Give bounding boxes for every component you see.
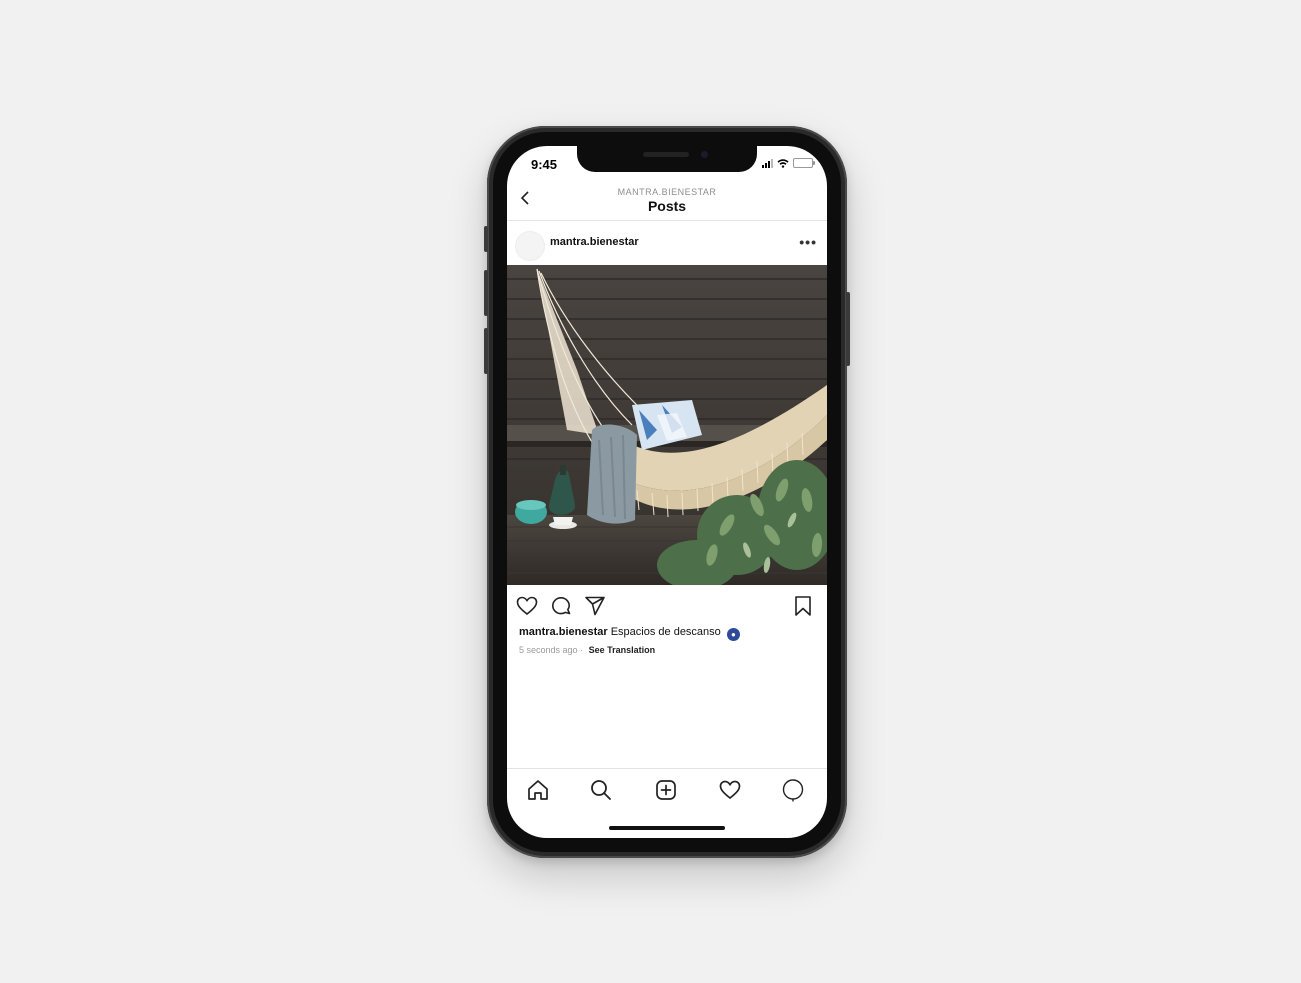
- comment-icon[interactable]: [549, 594, 573, 618]
- phone-side-button-volume-up: [484, 270, 488, 316]
- post-header: mantra.bienestar •••: [507, 224, 827, 264]
- status-time: 9:45: [531, 157, 558, 172]
- avatar[interactable]: [515, 231, 545, 261]
- home-indicator: [609, 826, 725, 830]
- caption-username[interactable]: mantra.bienestar: [519, 626, 608, 638]
- cellular-signal-icon: [762, 158, 773, 168]
- meta-separator: ·: [580, 645, 584, 655]
- mockup-background: 9:45 MANTRA.BIENESTAR Posts mantra.biene…: [0, 0, 1301, 983]
- add-post-icon[interactable]: [653, 777, 679, 803]
- phone-side-button-power: [846, 292, 850, 366]
- post-caption: mantra.bienestar Espacios de descanso ●: [519, 626, 740, 641]
- speaker-grille: [643, 152, 689, 157]
- bottom-tab-bar: [507, 768, 827, 813]
- post-actions: [507, 592, 827, 620]
- more-options-icon[interactable]: •••: [799, 234, 817, 250]
- phone-screen: 9:45 MANTRA.BIENESTAR Posts mantra.biene…: [507, 146, 827, 838]
- post-photo[interactable]: [507, 265, 827, 585]
- caption-text: Espacios de descanso: [610, 626, 721, 638]
- post-timestamp: 5 seconds ago: [519, 645, 578, 655]
- search-icon[interactable]: [588, 777, 614, 803]
- home-icon[interactable]: [525, 777, 551, 803]
- front-camera: [701, 151, 708, 158]
- hammock-photo: [507, 265, 827, 585]
- activity-heart-icon[interactable]: [717, 777, 743, 803]
- header-account-name: MANTRA.BIENESTAR: [617, 187, 717, 197]
- header-title: Posts: [647, 198, 687, 214]
- phone-side-button-volume-down: [484, 328, 488, 374]
- posts-header: MANTRA.BIENESTAR Posts: [507, 182, 827, 221]
- battery-icon: [793, 158, 815, 168]
- evil-eye-emoji-icon: ●: [726, 628, 740, 641]
- notch: [577, 146, 757, 172]
- phone-side-button-mute: [484, 226, 488, 252]
- bookmark-icon[interactable]: [791, 594, 815, 618]
- post-username[interactable]: mantra.bienestar: [550, 236, 639, 248]
- wifi-icon: [777, 158, 789, 168]
- see-translation-link[interactable]: See Translation: [589, 645, 656, 655]
- heart-icon[interactable]: [515, 594, 539, 618]
- send-icon[interactable]: [583, 594, 607, 618]
- post-meta: 5 seconds ago · See Translation: [519, 645, 655, 655]
- profile-icon[interactable]: [780, 777, 806, 803]
- status-icons: [762, 158, 815, 168]
